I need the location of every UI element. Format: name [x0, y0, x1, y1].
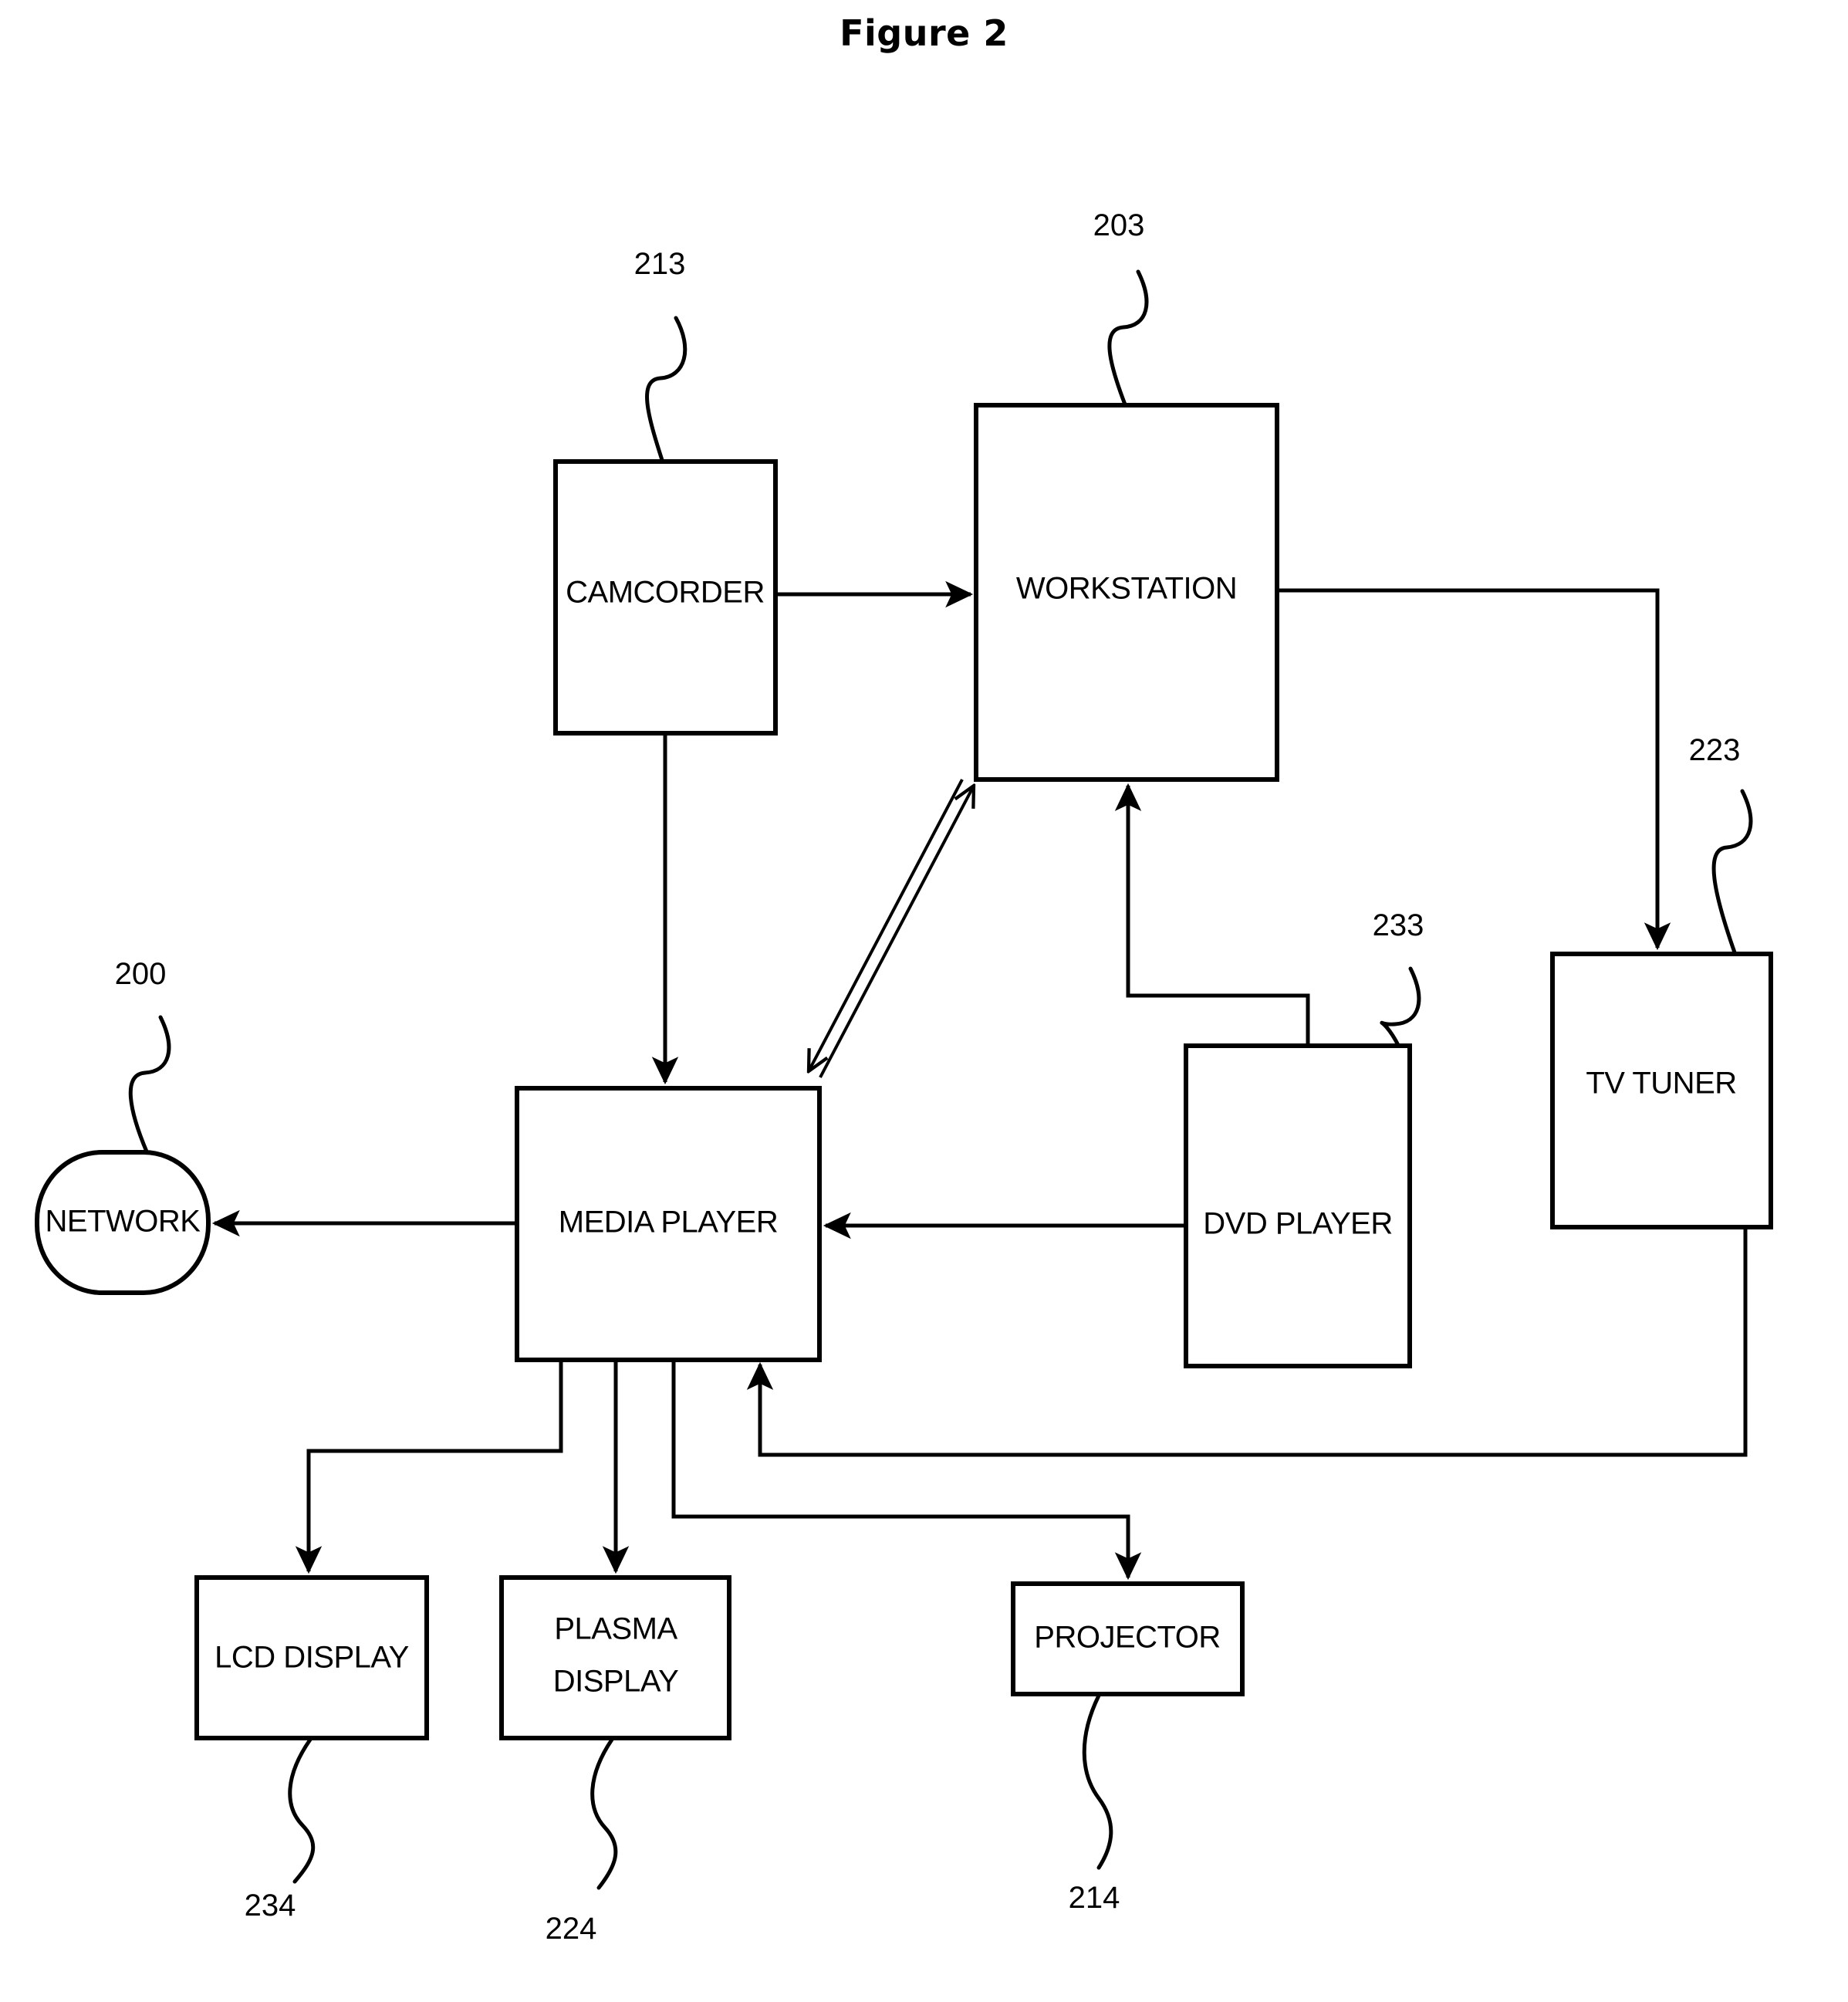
node-workstation-label: WORKSTATION: [1016, 572, 1237, 606]
node-network[interactable]: NETWORK: [35, 1150, 211, 1295]
node-tv-tuner[interactable]: TV TUNER: [1550, 952, 1773, 1229]
reference-numeral-234: 234: [245, 1737, 316, 1923]
reference-numeral-214-text: 214: [1069, 1881, 1120, 1915]
node-projector-label: PROJECTOR: [1034, 1621, 1220, 1655]
reference-numeral-224-text: 224: [546, 1912, 597, 1946]
node-projector[interactable]: PROJECTOR: [1011, 1581, 1245, 1696]
connection-media-player-to-lcd-display: [295, 1360, 563, 1574]
node-camcorder-label: CAMCORDER: [566, 576, 765, 610]
reference-numeral-203-text: 203: [1093, 208, 1145, 242]
node-lcd-display[interactable]: LCD DISPLAY: [194, 1575, 429, 1740]
reference-numeral-233-text: 233: [1373, 908, 1424, 942]
reference-numeral-213-text: 213: [634, 247, 686, 281]
node-tv-tuner-label: TV TUNER: [1586, 1067, 1736, 1101]
node-dvd-player-label: DVD PLAYER: [1203, 1207, 1392, 1241]
node-camcorder[interactable]: CAMCORDER: [553, 459, 778, 736]
node-workstation[interactable]: WORKSTATION: [974, 403, 1279, 782]
connection-media-player-workstation-bidirectional: [809, 779, 974, 1078]
reference-numeral-214: 214: [1069, 1693, 1120, 1915]
reference-numeral-233: 233: [1373, 908, 1424, 1047]
reference-numeral-203: 203: [1093, 208, 1149, 407]
node-lcd-display-label: LCD DISPLAY: [215, 1641, 409, 1675]
node-network-label: NETWORK: [46, 1205, 201, 1239]
node-plasma-display[interactable]: PLASMA DISPLAY: [499, 1575, 731, 1740]
node-dvd-player[interactable]: DVD PLAYER: [1184, 1043, 1412, 1368]
connection-workstation-to-tv-tuner: [1277, 588, 1671, 951]
node-media-player-label: MEDIA PLAYER: [559, 1206, 778, 1239]
node-media-player[interactable]: MEDIA PLAYER: [515, 1086, 822, 1362]
reference-numeral-234-text: 234: [245, 1889, 296, 1923]
reference-numeral-213: 213: [634, 247, 688, 462]
figure-root: Figure 2 CAMCORDER WORKSTATION NETWORK M…: [0, 0, 1848, 2002]
patent-diagram: CAMCORDER WORKSTATION NETWORK MEDIA PLAY…: [35, 208, 1773, 1946]
reference-numeral-223-text: 223: [1689, 733, 1741, 767]
reference-numeral-200: 200: [115, 957, 171, 1154]
node-plasma-display-label-line2: DISPLAY: [553, 1665, 679, 1699]
node-plasma-display-label-line1: PLASMA: [554, 1612, 677, 1646]
reference-numeral-223: 223: [1689, 733, 1753, 955]
reference-numeral-224: 224: [546, 1737, 618, 1946]
reference-numeral-200-text: 200: [115, 957, 167, 991]
connection-media-player-to-projector: [671, 1360, 1142, 1581]
connection-dvd-player-to-workstation: [1114, 783, 1310, 1046]
